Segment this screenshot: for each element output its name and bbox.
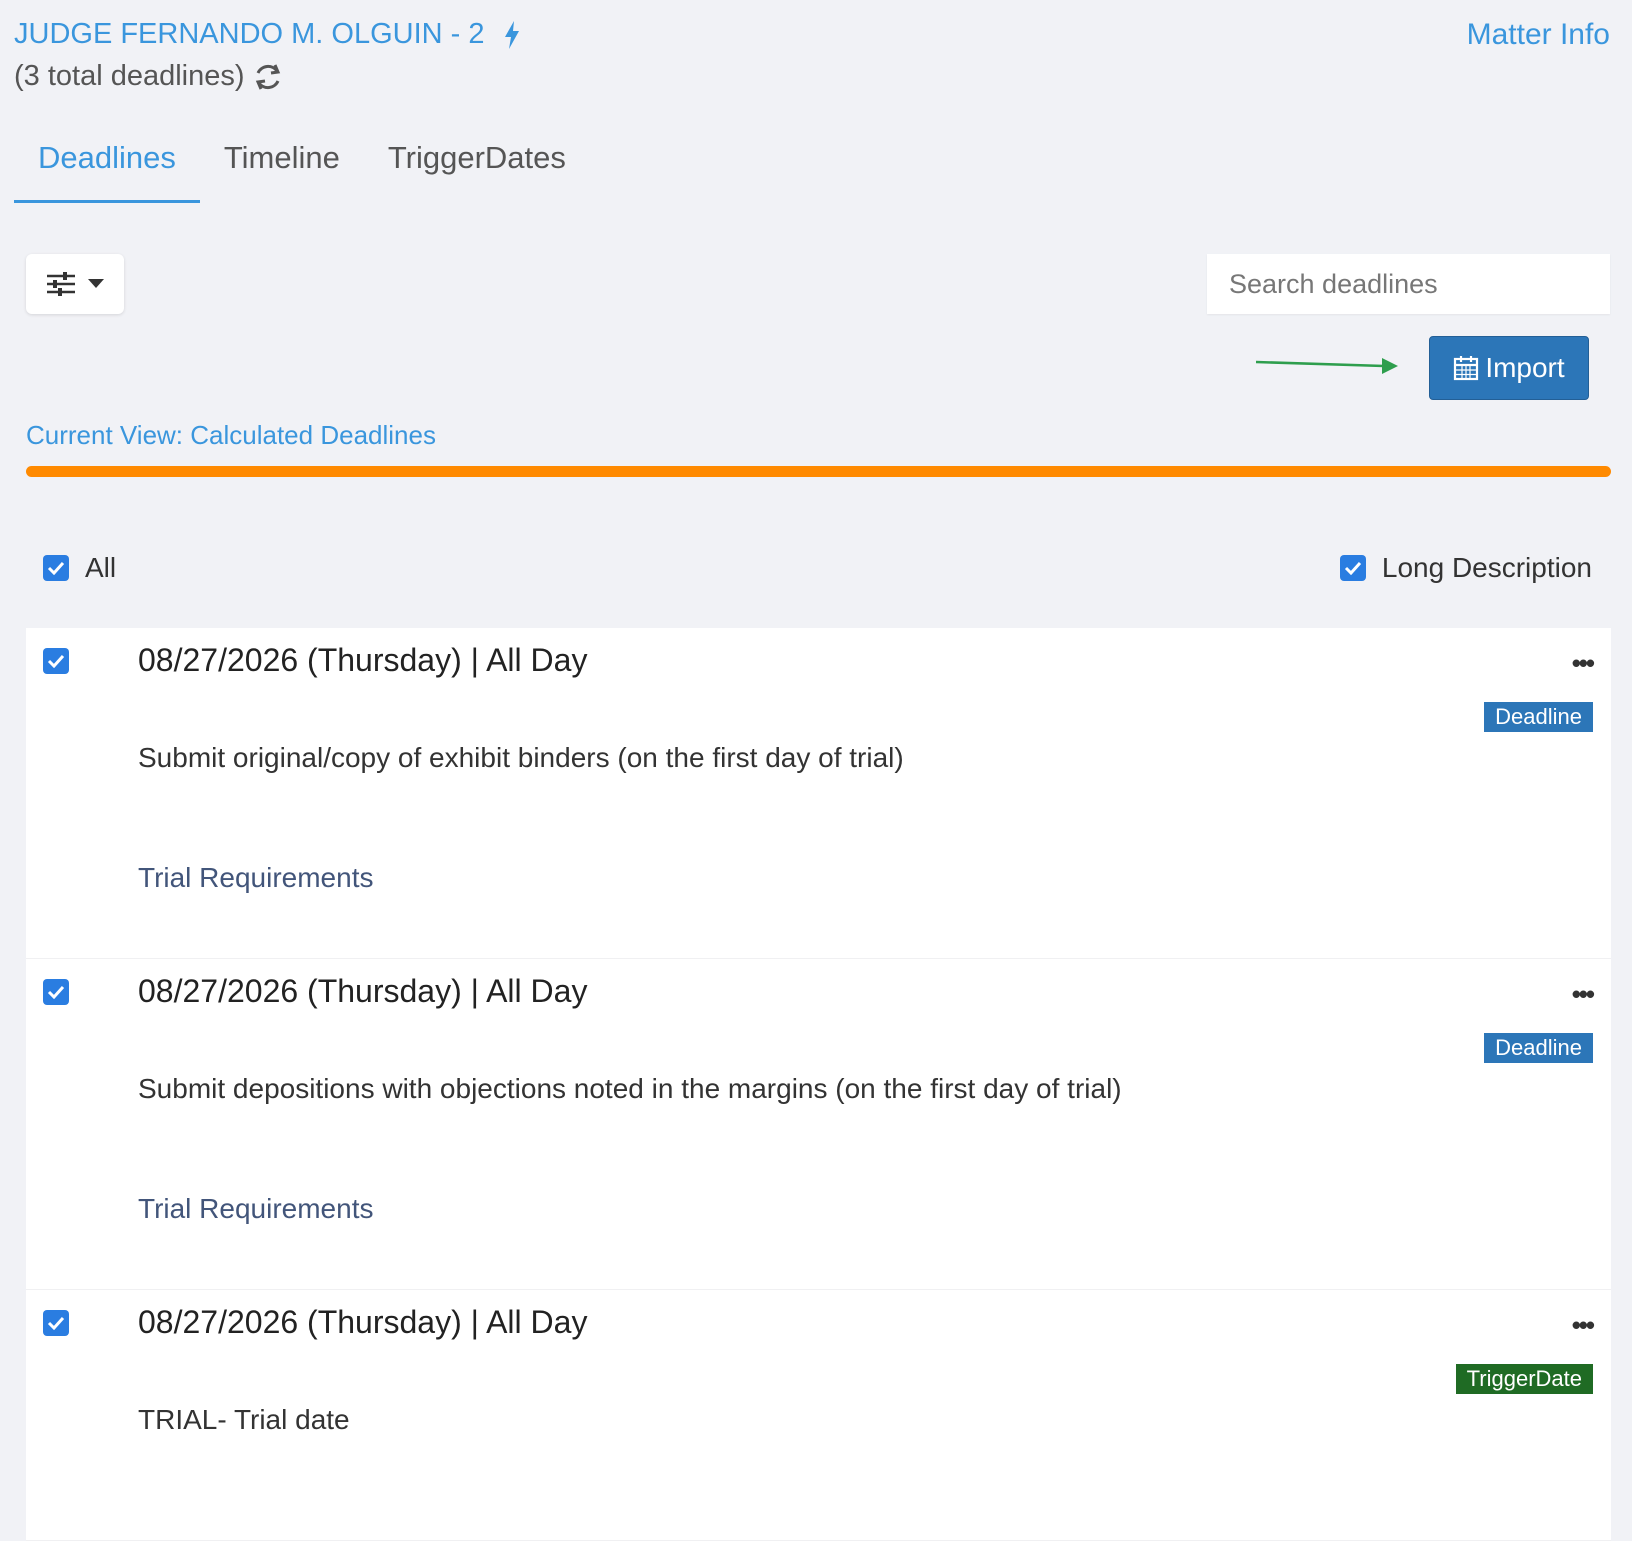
- view-indicator-bar: [26, 466, 1611, 477]
- deadline-description: TRIAL- Trial date: [138, 1404, 350, 1435]
- filter-dropdown-button[interactable]: [26, 254, 124, 314]
- deadline-date: 08/27/2026 (Thursday) | All Day: [138, 1304, 588, 1340]
- deadline-description: Submit depositions with objections noted…: [138, 1073, 1122, 1104]
- page-title-text: JUDGE FERNANDO M. OLGUIN - 2: [14, 18, 485, 50]
- checkmark-icon: [47, 654, 65, 668]
- checkmark-icon: [47, 1316, 65, 1330]
- deadline-card: 08/27/2026 (Thursday) | All Day ••• Dead…: [26, 628, 1611, 959]
- tab-deadlines[interactable]: Deadlines: [14, 140, 200, 203]
- import-button-label: Import: [1485, 352, 1565, 383]
- matter-info-link[interactable]: Matter Info: [1467, 18, 1610, 52]
- long-description-label: Long Description: [1381, 552, 1592, 583]
- deadline-category[interactable]: Trial Requirements: [138, 1193, 373, 1225]
- select-all-option: All: [43, 552, 116, 584]
- deadline-checkbox[interactable]: [43, 979, 69, 1005]
- import-button[interactable]: Import: [1429, 336, 1589, 400]
- page-title: JUDGE FERNANDO M. OLGUIN - 2: [14, 18, 521, 51]
- deadline-list: 08/27/2026 (Thursday) | All Day ••• Dead…: [26, 628, 1611, 1541]
- deadline-date: 08/27/2026 (Thursday) | All Day: [138, 642, 588, 678]
- deadline-date: 08/27/2026 (Thursday) | All Day: [138, 973, 588, 1009]
- select-all-label: All: [85, 552, 117, 583]
- type-badge: Deadline: [1484, 702, 1593, 732]
- pointer-arrow-annotation: [1256, 358, 1398, 374]
- checkmark-icon: [1344, 561, 1361, 575]
- deadline-count-text: (3 total deadlines): [14, 60, 245, 92]
- tab-bar: Deadlines Timeline TriggerDates: [14, 140, 590, 203]
- deadline-count: (3 total deadlines): [14, 60, 283, 93]
- refresh-icon[interactable]: [253, 62, 283, 92]
- ellipsis-icon[interactable]: •••: [1572, 648, 1595, 679]
- tab-timeline[interactable]: Timeline: [200, 140, 364, 200]
- long-description-checkbox[interactable]: [1339, 555, 1366, 581]
- sliders-icon: [47, 272, 75, 296]
- checkmark-icon: [47, 561, 65, 575]
- checkmark-icon: [47, 985, 65, 999]
- deadline-description: Submit original/copy of exhibit binders …: [138, 742, 904, 773]
- search-input[interactable]: [1207, 254, 1610, 314]
- caret-down-icon: [88, 279, 104, 288]
- ellipsis-icon[interactable]: •••: [1572, 1310, 1595, 1341]
- ellipsis-icon[interactable]: •••: [1572, 979, 1595, 1010]
- deadline-card: 08/27/2026 (Thursday) | All Day ••• Dead…: [26, 959, 1611, 1290]
- type-badge: Deadline: [1484, 1033, 1593, 1063]
- deadline-checkbox[interactable]: [43, 1310, 69, 1336]
- deadline-card: 08/27/2026 (Thursday) | All Day ••• Trig…: [26, 1290, 1611, 1541]
- long-description-option: Long Description: [1339, 552, 1592, 584]
- tab-triggerdates[interactable]: TriggerDates: [364, 140, 590, 200]
- calendar-icon: [1454, 356, 1479, 381]
- select-all-checkbox[interactable]: [43, 555, 69, 581]
- deadline-checkbox[interactable]: [43, 648, 69, 674]
- lightning-bolt-icon: [504, 20, 519, 49]
- type-badge: TriggerDate: [1455, 1364, 1593, 1394]
- current-view-label: Current View: Calculated Deadlines: [26, 420, 436, 450]
- deadline-category[interactable]: Trial Requirements: [138, 862, 373, 894]
